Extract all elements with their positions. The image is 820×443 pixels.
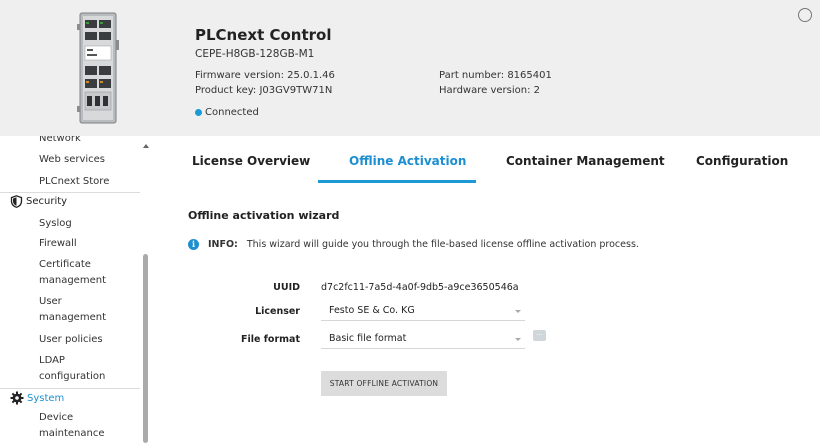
wizard-title: Offline activation wizard <box>188 209 340 222</box>
part-number: Part number: 8165401 <box>439 70 552 81</box>
sidebar-divider <box>0 192 140 193</box>
scrollbar-thumb[interactable] <box>143 254 148 443</box>
status-text: Connected <box>205 107 259 118</box>
device-model: CEPE-H8GB-128GB-M1 <box>195 48 315 60</box>
status-dot-icon <box>195 109 202 116</box>
sidebar-item-syslog[interactable]: Syslog <box>39 216 139 232</box>
shield-icon <box>10 195 23 208</box>
sidebar-section-label: Security <box>26 196 68 207</box>
sidebar: Network Web services PLCnext Store Secur… <box>0 136 152 443</box>
sidebar-item-plcnext-store[interactable]: PLCnext Store <box>39 174 139 190</box>
chevron-down-icon <box>515 338 521 341</box>
sidebar-item-ldap-configuration[interactable]: LDAP configuration <box>39 353 109 385</box>
sidebar-item-user-policies[interactable]: User policies <box>39 332 139 348</box>
tab-offline-activation[interactable]: Offline Activation <box>349 154 466 168</box>
info-text: This wizard will guide you through the f… <box>246 239 639 250</box>
tab-license-overview[interactable]: License Overview <box>192 154 310 168</box>
file-format-label: File format <box>241 334 300 345</box>
info-message: i INFO: This wizard will guide you throu… <box>188 239 639 250</box>
device-header: PLCnext Control CEPE-H8GB-128GB-M1 Firmw… <box>0 0 820 136</box>
sidebar-section-system[interactable]: System <box>10 391 64 405</box>
licenser-select[interactable]: Festo SE & Co. KG <box>321 301 525 321</box>
licenser-label: Licenser <box>255 306 300 317</box>
hardware-version: Hardware version: 2 <box>439 85 540 96</box>
sidebar-divider <box>0 388 140 389</box>
scroll-up-icon[interactable] <box>143 144 149 148</box>
gear-icon <box>10 391 24 405</box>
info-icon: i <box>188 239 199 250</box>
start-offline-activation-button[interactable]: START OFFLINE ACTIVATION <box>321 371 447 396</box>
file-format-value: Basic file format <box>329 333 407 344</box>
chevron-down-icon <box>515 310 521 313</box>
sidebar-item-firewall[interactable]: Firewall <box>39 236 139 252</box>
uuid-label: UUID <box>273 282 300 293</box>
sidebar-item-device-maintenance[interactable]: Device maintenance <box>39 410 109 442</box>
sidebar-item-certificate-management[interactable]: Certificate management <box>39 257 109 289</box>
connection-status: Connected <box>195 107 259 118</box>
firmware-version: Firmware version: 25.0.1.46 <box>195 70 335 81</box>
device-image <box>77 12 119 124</box>
sidebar-item-user-management[interactable]: User management <box>39 294 109 326</box>
file-format-select[interactable]: Basic file format <box>321 329 525 349</box>
close-icon[interactable] <box>798 8 812 22</box>
sidebar-item-web-services[interactable]: Web services <box>39 152 139 168</box>
tab-container-management[interactable]: Container Management <box>506 154 665 168</box>
sidebar-item-network[interactable]: Network <box>39 136 139 147</box>
sidebar-section-label: System <box>27 392 65 404</box>
tab-configuration[interactable]: Configuration <box>696 154 788 168</box>
sidebar-section-security[interactable]: Security <box>10 195 67 208</box>
product-key: Product key: J03GV9TW71N <box>195 85 333 96</box>
help-icon[interactable]: ··· <box>533 330 546 341</box>
licenser-value: Festo SE & Co. KG <box>329 305 415 316</box>
device-title: PLCnext Control <box>195 26 332 44</box>
sidebar-scrollbar[interactable] <box>141 136 150 443</box>
info-label: INFO: <box>208 239 238 250</box>
uuid-value: d7c2fc11-7a5d-4a0f-9db5-a9ce3650546a <box>321 282 519 293</box>
active-tab-indicator <box>318 180 476 183</box>
